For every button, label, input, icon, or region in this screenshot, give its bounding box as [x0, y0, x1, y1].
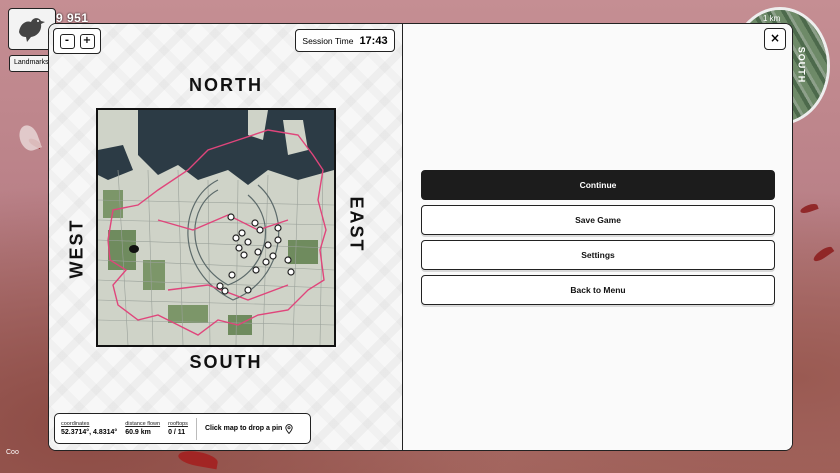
close-button[interactable]: ×	[764, 28, 786, 50]
bird-silhouette	[799, 202, 819, 215]
zoom-controls: - +	[53, 28, 101, 54]
coordinates-stat: coordinates 52.3714°, 4.8314°	[61, 421, 117, 436]
minimap-direction-label: SOUTH	[795, 46, 806, 84]
coordinates-value: 52.3714°, 4.8314°	[61, 429, 118, 436]
map-park	[288, 240, 318, 264]
save-game-button[interactable]: Save Game	[421, 205, 775, 235]
city-map[interactable]	[96, 108, 336, 347]
map-info-bar: coordinates 52.3714°, 4.8314° distance f…	[54, 413, 311, 444]
map-pane: - + Session Time 17:43 NORTH SOUTH WEST …	[49, 24, 403, 450]
bird-silhouette	[811, 244, 835, 264]
back-to-menu-button[interactable]: Back to Menu	[421, 275, 775, 305]
drop-pin-hint: Click map to drop a pin	[204, 423, 293, 434]
distance-value: 60.9 km	[125, 429, 151, 436]
session-time: Session Time 17:43	[295, 29, 395, 52]
bottom-status-text: Coo	[6, 449, 19, 456]
rooftops-label: rooftops	[168, 421, 188, 427]
compass-north: NORTH	[189, 75, 263, 95]
compass-west: WEST	[66, 218, 87, 279]
compass-south: SOUTH	[189, 352, 263, 372]
zoom-in-button[interactable]: +	[79, 33, 95, 49]
map-park	[228, 315, 252, 335]
rooftops-value: 0 / 11	[168, 429, 186, 436]
pause-menu: Continue Save Game Settings Back to Menu	[421, 170, 775, 310]
coordinates-label: coordinates	[61, 421, 90, 427]
rooftops-stat: rooftops 0 / 11	[168, 421, 188, 436]
session-time-label: Session Time	[302, 35, 354, 46]
settings-button[interactable]: Settings	[421, 240, 775, 270]
map-park	[143, 260, 165, 290]
zoom-out-button[interactable]: -	[59, 33, 75, 49]
map-pin-icon	[285, 423, 293, 434]
session-time-value: 17:43	[359, 34, 388, 47]
distance-stat: distance flown 60.9 km	[125, 421, 160, 436]
info-divider	[195, 417, 197, 440]
map-park	[168, 305, 208, 323]
compass-east: EAST	[346, 196, 367, 253]
menu-pane: × Continue Save Game Settings Back to Me…	[404, 24, 792, 450]
bird-silhouette	[177, 448, 219, 470]
distance-label: distance flown	[125, 421, 161, 427]
pause-panel: - + Session Time 17:43 NORTH SOUTH WEST …	[48, 23, 793, 451]
continue-button[interactable]: Continue	[421, 170, 775, 200]
player-position-marker	[129, 245, 139, 253]
pigeon-icon	[19, 18, 45, 42]
drop-pin-hint-text: Click map to drop a pin	[204, 425, 283, 432]
minimap-scale: 1 km	[763, 14, 781, 23]
